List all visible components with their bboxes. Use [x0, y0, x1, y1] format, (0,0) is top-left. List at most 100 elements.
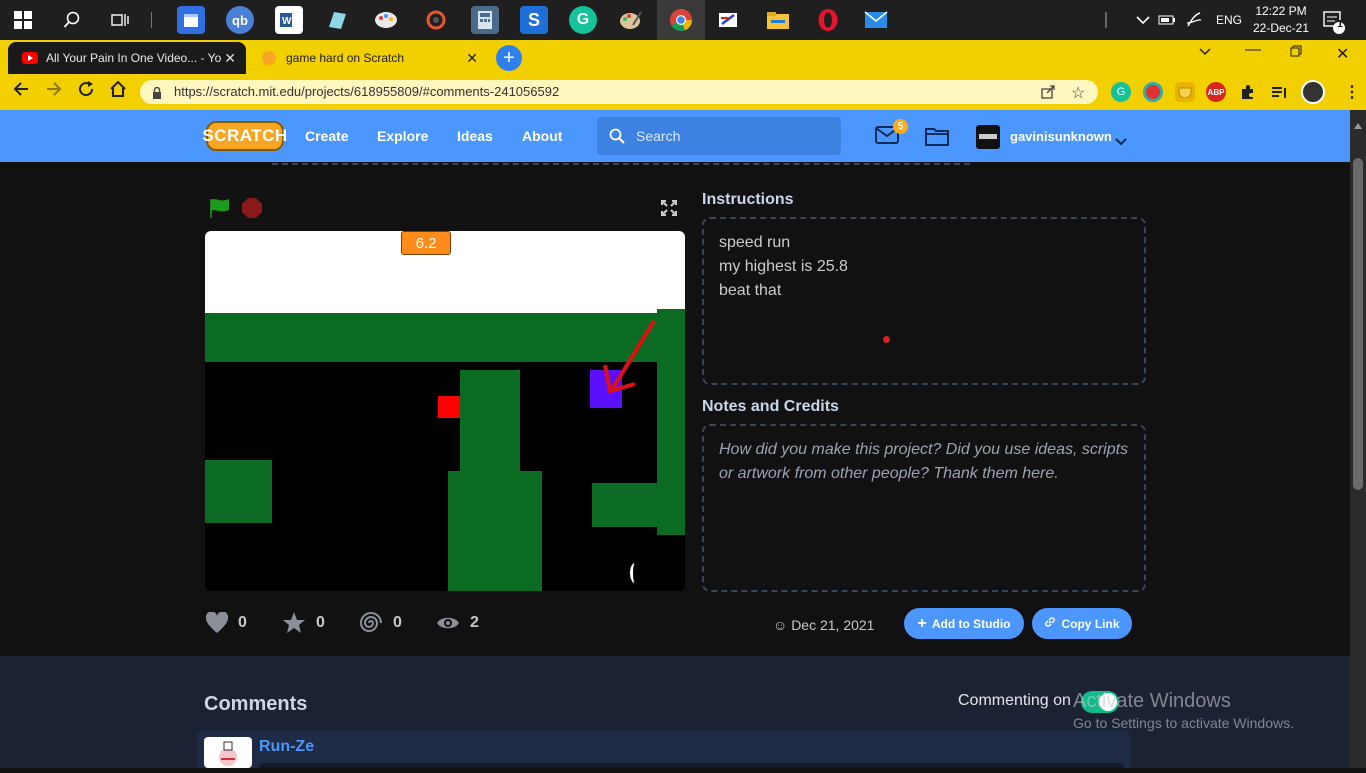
word-app-icon[interactable]: W: [275, 6, 303, 34]
url-text[interactable]: https://scratch.mit.edu/projects/6189558…: [174, 84, 559, 99]
calculator-app-icon[interactable]: [471, 6, 499, 34]
page-scrollbar[interactable]: [1350, 110, 1366, 768]
commenting-toggle-label: Commenting on: [958, 692, 1071, 709]
reading-list-icon[interactable]: [1269, 82, 1289, 102]
pocket-extension-icon[interactable]: [1175, 82, 1195, 102]
minimize-window-icon[interactable]: —: [1245, 41, 1261, 59]
opera-app-icon[interactable]: [814, 6, 842, 34]
tab-youtube[interactable]: All Your Pain In One Video... - You ✕: [8, 42, 246, 74]
user-avatar[interactable]: [976, 125, 1000, 149]
youtube-icon: [22, 52, 38, 64]
comment-author[interactable]: Run-Ze: [259, 738, 314, 756]
share-icon[interactable]: [1040, 84, 1056, 105]
message-count-badge: 5: [893, 119, 908, 134]
my-stuff-folder-icon[interactable]: [925, 126, 949, 151]
activate-windows-subtitle: Go to Settings to activate Windows.: [1073, 715, 1294, 731]
project-date: ☺ Dec 21, 2021: [773, 617, 874, 633]
remix-count: 0: [393, 614, 402, 631]
profile-avatar[interactable]: [1301, 80, 1325, 104]
plus-icon: +: [917, 614, 927, 632]
instructions-text: speed run my highest is 25.8 beat that: [719, 231, 848, 303]
nav-ideas[interactable]: Ideas: [457, 128, 493, 144]
tab-scratch[interactable]: game hard on Scratch ✕: [248, 42, 488, 74]
home-icon[interactable]: [109, 80, 127, 103]
qb-app-label: qb: [232, 12, 248, 28]
pen-icon[interactable]: [1185, 0, 1203, 40]
tab-title: All Your Pain In One Video... - You: [46, 51, 221, 65]
adblock-plus-extension-icon[interactable]: ABP: [1206, 82, 1226, 102]
sync-app-icon[interactable]: [422, 6, 450, 34]
favorite-count: 0: [316, 614, 325, 631]
commenter-avatar[interactable]: [204, 737, 252, 768]
red-cursor-dot: [883, 336, 890, 343]
reload-icon[interactable]: [77, 80, 95, 103]
mail-app-icon[interactable]: [862, 6, 890, 34]
qb-app-icon[interactable]: qb: [226, 6, 254, 34]
extensions-puzzle-icon[interactable]: [1238, 82, 1258, 102]
power-icon[interactable]: [1158, 0, 1176, 40]
favorite-star-icon[interactable]: [282, 611, 306, 640]
taskbar-divider: [151, 12, 152, 28]
instructions-heading: Instructions: [702, 191, 794, 208]
add-to-studio-button[interactable]: + Add to Studio: [904, 608, 1024, 639]
search-icon[interactable]: [58, 6, 86, 34]
notification-count: 1: [1337, 19, 1343, 30]
show-hidden-icons-icon[interactable]: [1136, 0, 1150, 40]
abp-label: ABP: [1207, 87, 1225, 97]
fullscreen-icon[interactable]: [661, 200, 677, 221]
tab-search-icon[interactable]: [1198, 44, 1212, 62]
language-indicator[interactable]: ENG: [1216, 0, 1242, 40]
grammarly-app-icon[interactable]: G: [569, 6, 597, 34]
paint-app-icon[interactable]: [372, 6, 400, 34]
red-arrow-annotation: [603, 319, 656, 394]
instructions-line: beat that: [719, 282, 782, 299]
close-window-icon[interactable]: ✕: [1336, 44, 1349, 64]
close-tab-icon[interactable]: ✕: [466, 50, 478, 67]
remix-swirl-icon[interactable]: [359, 611, 383, 640]
instructions-line: speed run: [719, 234, 791, 251]
scratch-logo[interactable]: SCRATCH: [202, 121, 287, 151]
chrome-menu-icon[interactable]: ⋮: [1344, 82, 1360, 102]
views-eye-icon: [436, 614, 460, 637]
calendar-app-icon[interactable]: [177, 6, 205, 34]
nav-explore[interactable]: Explore: [377, 128, 428, 144]
chrome-app-icon[interactable]: [667, 6, 695, 34]
copy-link-button[interactable]: Copy Link: [1032, 608, 1132, 639]
date-icon: ☺: [773, 617, 792, 633]
file-explorer-icon[interactable]: [764, 6, 792, 34]
bookmark-star-icon[interactable]: ☆: [1071, 83, 1085, 103]
system-clock[interactable]: 12:22 PM 22-Dec-21: [1248, 3, 1314, 37]
scrollbar-thumb[interactable]: [1353, 158, 1363, 490]
lock-icon[interactable]: [152, 86, 162, 104]
tab-title: game hard on Scratch: [286, 51, 405, 65]
restore-window-icon[interactable]: [1290, 44, 1302, 62]
grammarly-extension-icon[interactable]: G: [1111, 82, 1131, 102]
scroll-up-arrow-icon[interactable]: [1354, 116, 1362, 134]
stop-sign-icon[interactable]: [241, 197, 263, 224]
notes-heading: Notes and Credits: [702, 398, 839, 415]
copy-link-label: Copy Link: [1061, 616, 1120, 631]
account-dropdown-icon[interactable]: [1115, 133, 1127, 151]
windows-logo-icon[interactable]: [9, 6, 37, 34]
clock-date: 22-Dec-21: [1252, 21, 1310, 35]
search-input[interactable]: [597, 117, 841, 155]
add-to-studio-label: Add to Studio: [931, 616, 1011, 631]
love-heart-icon[interactable]: [205, 611, 229, 639]
new-tab-button[interactable]: +: [496, 45, 522, 71]
forward-arrow-icon[interactable]: [45, 80, 63, 103]
color-extension-icon[interactable]: [1143, 82, 1163, 102]
notes-app-icon[interactable]: [323, 6, 351, 34]
s-app-icon[interactable]: S: [520, 6, 548, 34]
nav-about[interactable]: About: [522, 128, 562, 144]
username-label[interactable]: gavinisunknown: [1010, 129, 1112, 144]
green-flag-icon[interactable]: [208, 197, 232, 224]
task-view-icon[interactable]: [106, 6, 134, 34]
project-stage[interactable]: 6.2: [205, 231, 685, 591]
comment-body: [259, 763, 1124, 768]
action-center-icon[interactable]: 1: [1322, 10, 1346, 39]
paint-brush-app-icon[interactable]: [617, 6, 645, 34]
nav-create[interactable]: Create: [305, 128, 349, 144]
back-arrow-icon[interactable]: [12, 80, 30, 103]
draw-app-icon[interactable]: [714, 6, 742, 34]
close-tab-icon[interactable]: ✕: [224, 50, 236, 67]
